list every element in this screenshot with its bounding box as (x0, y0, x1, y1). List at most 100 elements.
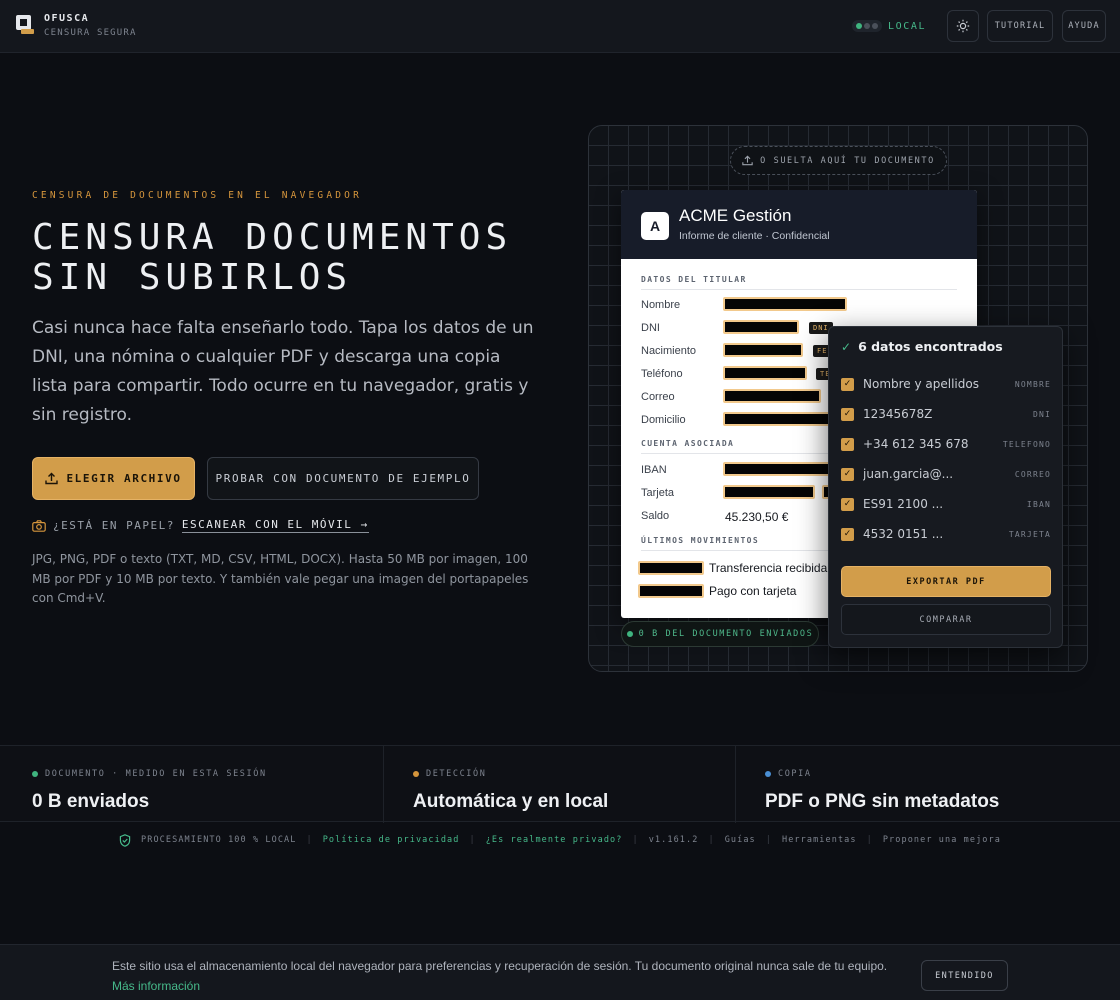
privacy-policy-link[interactable]: Política de privacidad (323, 835, 460, 845)
status-dots-icon (852, 20, 882, 32)
detected-value: 12345678Z (863, 407, 933, 421)
detected-value: juan.garcia@... (863, 467, 954, 481)
redaction-box[interactable] (723, 389, 821, 403)
really-private-link[interactable]: ¿Es realmente privado? (486, 835, 623, 845)
detected-item[interactable]: ✓ 12345678Z DNI (841, 404, 1051, 424)
redaction-box[interactable] (723, 412, 833, 426)
stat-value: 0 B enviados (32, 791, 150, 812)
detected-item[interactable]: ✓ 4532 0151 ... TARJETA (841, 524, 1051, 544)
upload-icon (742, 155, 753, 166)
accept-notice-button[interactable]: ENTENDIDO (921, 960, 1008, 991)
brand-name[interactable]: OFUSCA (44, 13, 89, 24)
checkbox-checked-icon[interactable]: ✓ (841, 497, 854, 511)
detection-count: 6 datos encontrados (858, 339, 1003, 354)
more-info-link[interactable]: Más información (112, 979, 200, 993)
zero-bytes-label: 0 B DEL DOCUMENTO ENVIADOS (638, 629, 814, 639)
hero-lead: Casi nunca hace falta enseñarlo todo. Ta… (32, 318, 534, 425)
detection-panel: ✓ 6 datos encontrados ✓ Nombre y apellid… (828, 326, 1063, 648)
storage-notice-text: Este sitio usa el almacenamiento local d… (112, 956, 902, 996)
stat-key-label: DETECCIÓN (426, 769, 487, 779)
checkbox-checked-icon[interactable]: ✓ (841, 377, 854, 391)
stat-key: DETECCIÓN (413, 769, 486, 779)
footer-links: PROCESAMIENTO 100 % LOCAL | Política de … (0, 830, 1120, 850)
shield-check-icon (119, 833, 131, 847)
detected-item[interactable]: ✓ Nombre y apellidos NOMBRE (841, 374, 1051, 394)
hero-title-line-2: SIN SUBIRLOS (32, 257, 353, 298)
field-label-iban: IBAN (641, 464, 667, 476)
paper-scan-row: ¿ESTÁ EN PAPEL? ESCANEAR CON EL MÓVIL → (32, 518, 369, 533)
ofusca-logo-icon[interactable] (16, 15, 34, 34)
status-dot-icon (765, 771, 771, 777)
stats-strip: DOCUMENTO · MEDIDO EN ESTA SESIÓN 0 B en… (0, 745, 1120, 823)
compare-button[interactable]: COMPARAR (841, 604, 1051, 635)
top-bar: OFUSCA CENSURA SEGURA LOCAL TUTORIAL AYU… (0, 0, 1120, 53)
field-label-email: Correo (641, 391, 675, 403)
redaction-box[interactable] (723, 320, 799, 334)
detected-value: ES91 2100 ... (863, 497, 944, 511)
field-label-card: Tarjeta (641, 487, 675, 499)
help-button[interactable]: AYUDA (1062, 10, 1106, 42)
storage-notice-bar: Este sitio usa el almacenamiento local d… (0, 944, 1120, 1000)
stat-detection: DETECCIÓN Automática y en local (383, 746, 735, 823)
detected-value: +34 612 345 678 (863, 437, 969, 451)
drop-hint-label: O SUELTA AQUÍ TU DOCUMENTO (760, 155, 935, 166)
checkbox-checked-icon[interactable]: ✓ (841, 437, 854, 451)
redaction-box[interactable] (723, 462, 833, 476)
checkbox-checked-icon[interactable]: ✓ (841, 527, 854, 541)
movement-1: Transferencia recibida (709, 561, 828, 575)
storage-notice-message: Este sitio usa el almacenamiento local d… (112, 959, 888, 973)
field-label-birth: Nacimiento (641, 345, 697, 357)
choose-file-label: ELEGIR ARCHIVO (66, 472, 182, 485)
status-dot-icon (413, 771, 419, 777)
detected-type: CORREO (1014, 469, 1051, 479)
field-label-balance: Saldo (641, 510, 670, 522)
detected-type: DNI (1032, 409, 1051, 419)
local-processing-label: PROCESAMIENTO 100 % LOCAL (141, 835, 297, 845)
export-pdf-button[interactable]: EXPORTAR PDF (841, 566, 1051, 597)
detection-panel-title: ✓ 6 datos encontrados (841, 339, 1003, 354)
stat-key: COPIA (765, 769, 812, 779)
guides-link[interactable]: Guías (725, 835, 756, 845)
tutorial-button[interactable]: TUTORIAL (987, 10, 1053, 42)
redaction-box[interactable] (638, 561, 704, 575)
field-label-address: Domicilio (641, 414, 686, 426)
footer-separator: | (632, 835, 639, 845)
hero-title: CENSURA DOCUMENTOS SIN SUBIRLOS (32, 218, 552, 298)
detected-value: 4532 0151 ... (863, 527, 944, 541)
tools-link[interactable]: Herramientas (782, 835, 857, 845)
detected-item[interactable]: ✓ juan.garcia@... CORREO (841, 464, 1051, 484)
detected-type: NOMBRE (1014, 379, 1051, 389)
theme-toggle-button[interactable] (947, 10, 979, 42)
stat-key-label: DOCUMENTO · MEDIDO EN ESTA SESIÓN (45, 769, 267, 779)
choose-file-button[interactable]: ELEGIR ARCHIVO (32, 457, 195, 500)
footer-separator: | (469, 835, 476, 845)
redaction-box[interactable] (723, 485, 815, 499)
document-subtitle: Informe de cliente · Confidencial (679, 230, 830, 242)
suggest-improvement-link[interactable]: Proponer una mejora (883, 835, 1001, 845)
scan-mobile-link[interactable]: ESCANEAR CON EL MÓVIL → (181, 518, 369, 533)
footer-separator: | (866, 835, 873, 845)
stat-bytes-sent: DOCUMENTO · MEDIDO EN ESTA SESIÓN 0 B en… (0, 746, 383, 823)
detected-item[interactable]: ✓ +34 612 345 678 TELEFONO (841, 434, 1051, 454)
checkbox-checked-icon[interactable]: ✓ (841, 467, 854, 481)
redaction-box[interactable] (723, 366, 807, 380)
supported-formats-text: JPG, PNG, PDF o texto (TXT, MD, CSV, HTM… (32, 552, 529, 605)
drop-hint-pill[interactable]: O SUELTA AQUÍ TU DOCUMENTO (730, 146, 947, 175)
checkbox-checked-icon[interactable]: ✓ (841, 407, 854, 421)
field-label-phone: Teléfono (641, 368, 683, 380)
try-sample-button[interactable]: PROBAR CON DOCUMENTO DE EJEMPLO (207, 457, 479, 500)
redaction-box[interactable] (638, 584, 704, 598)
detected-item[interactable]: ✓ ES91 2100 ... IBAN (841, 494, 1051, 514)
sun-icon (956, 19, 970, 33)
redaction-box[interactable] (723, 297, 847, 311)
redaction-box[interactable] (723, 343, 803, 357)
upload-icon (45, 472, 59, 485)
stat-key-label: COPIA (778, 769, 812, 779)
field-label-dni: DNI (641, 322, 660, 334)
detected-value: Nombre y apellidos (863, 377, 979, 391)
detected-type: IBAN (1026, 499, 1051, 509)
hero-title-line-1: CENSURA DOCUMENTOS (32, 217, 513, 258)
section-holder-heading: DATOS DEL TITULAR (641, 275, 957, 290)
camera-icon (32, 519, 46, 532)
balance-value: 45.230,50 € (725, 510, 789, 524)
